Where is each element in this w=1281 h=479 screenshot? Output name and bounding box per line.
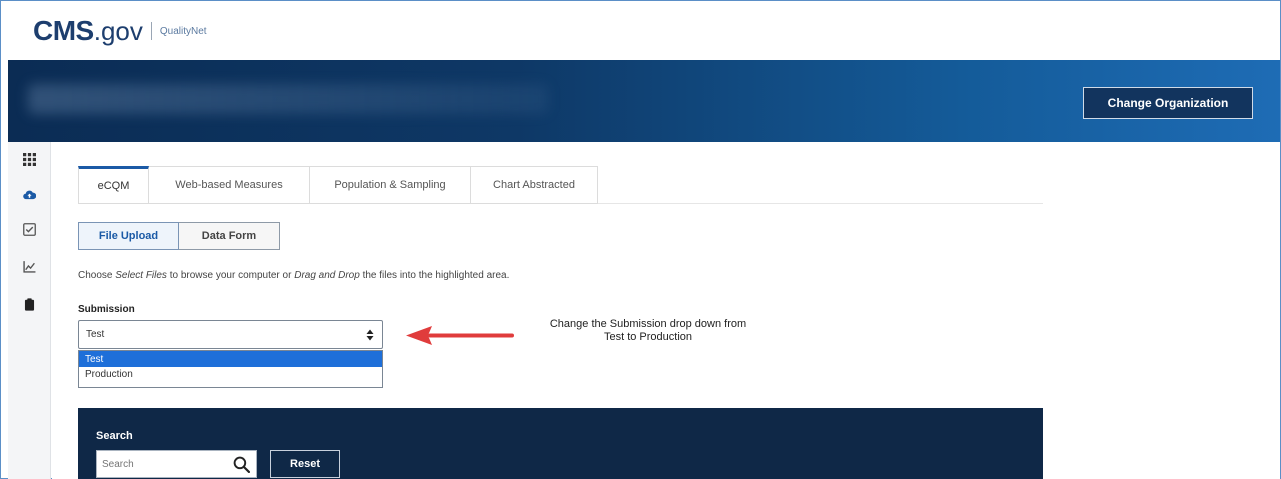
submission-dropdown-list: Test Production bbox=[78, 350, 383, 388]
organization-banner: Change Organization bbox=[8, 60, 1280, 142]
submission-label: Submission bbox=[78, 304, 135, 315]
option-test[interactable]: Test bbox=[79, 351, 382, 367]
annotation-line-2: Test to Production bbox=[603, 331, 693, 343]
reset-button[interactable]: Reset bbox=[270, 450, 340, 478]
instructions-drag-drop: Drag and Drop bbox=[294, 270, 360, 281]
upload-instructions: Choose Select Files to browse your compu… bbox=[78, 270, 509, 281]
select-arrows-icon bbox=[366, 329, 374, 341]
option-production[interactable]: Production bbox=[79, 367, 382, 382]
top-bar: CMS .gov QualityNet bbox=[1, 1, 1279, 59]
submission-select[interactable]: Test bbox=[78, 320, 383, 349]
checklist-icon[interactable] bbox=[22, 222, 36, 236]
instructions-select-files: Select Files bbox=[115, 270, 167, 281]
search-input[interactable] bbox=[97, 452, 227, 476]
logo-qualitynet-text: QualityNet bbox=[159, 25, 207, 37]
instructions-text-2: to browse your computer or bbox=[166, 270, 295, 281]
instructions-text-1: Choose bbox=[78, 270, 116, 281]
chart-icon[interactable] bbox=[22, 259, 36, 273]
change-organization-button[interactable]: Change Organization bbox=[1083, 87, 1253, 119]
data-form-button[interactable]: Data Form bbox=[179, 222, 280, 250]
tab-ecqm[interactable]: eCQM bbox=[78, 166, 149, 204]
search-icon[interactable] bbox=[233, 456, 250, 473]
tab-population-sampling[interactable]: Population & Sampling bbox=[310, 166, 471, 204]
tabs-divider bbox=[598, 203, 1043, 204]
instructions-text-3: the files into the highlighted area. bbox=[359, 270, 510, 281]
red-arrow-icon bbox=[406, 326, 514, 345]
blurred-organization-name bbox=[28, 84, 548, 114]
logo-divider bbox=[150, 22, 152, 40]
annotation-note: Change the Submission drop down from Tes… bbox=[518, 318, 778, 344]
file-upload-button[interactable]: File Upload bbox=[78, 222, 179, 250]
search-label: Search bbox=[96, 430, 133, 442]
cms-logo[interactable]: CMS .gov QualityNet bbox=[33, 15, 207, 47]
tab-web-based-measures[interactable]: Web-based Measures bbox=[149, 166, 310, 204]
grid-icon[interactable] bbox=[22, 152, 36, 166]
tab-chart-abstracted[interactable]: Chart Abstracted bbox=[471, 166, 598, 204]
clipboard-icon[interactable] bbox=[22, 297, 36, 311]
measure-tabs: eCQM Web-based Measures Population & Sam… bbox=[78, 166, 598, 204]
logo-cms-text: CMS bbox=[33, 15, 94, 46]
search-panel: Search Reset bbox=[78, 408, 1043, 479]
submission-selected-value: Test bbox=[86, 329, 105, 340]
annotation-line-1: Change the Submission drop down from bbox=[549, 318, 747, 330]
upload-mode-toggle: File Upload Data Form bbox=[78, 222, 280, 250]
search-box bbox=[96, 450, 257, 478]
logo-gov-text: .gov bbox=[93, 16, 143, 46]
main-content: eCQM Web-based Measures Population & Sam… bbox=[52, 142, 1280, 479]
sidebar-rail bbox=[8, 142, 51, 479]
cloud-upload-icon[interactable] bbox=[22, 187, 36, 201]
